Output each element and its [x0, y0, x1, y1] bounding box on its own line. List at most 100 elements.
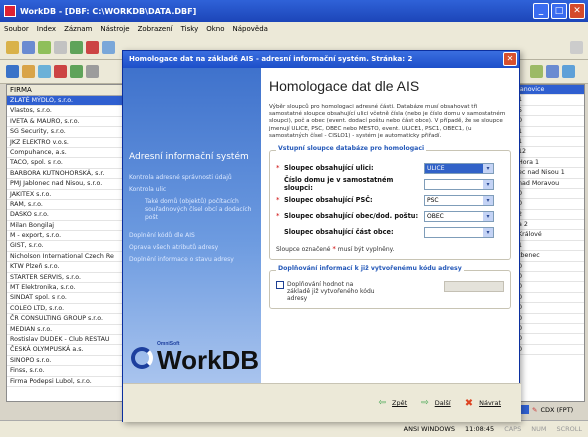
- add-icon[interactable]: [70, 41, 83, 54]
- cancel-button[interactable]: ✖ Návrat: [465, 398, 501, 409]
- column-select[interactable]: ULICE ▾: [424, 162, 494, 174]
- company-row[interactable]: STARTER SERVIS, s.r.o.: [7, 273, 125, 284]
- maximize-button[interactable]: □: [551, 3, 567, 19]
- nav-last-icon[interactable]: [546, 65, 559, 78]
- address-row[interactable]: 0: [516, 314, 584, 324]
- column-header-firma[interactable]: FIRMA: [7, 85, 125, 96]
- company-list[interactable]: FIRMA ZLATÉ MÝDLO, s.r.o. Vlastos, s.r.o.…: [6, 84, 126, 402]
- menu-tisky[interactable]: Tisky: [181, 25, 199, 33]
- folder-icon[interactable]: [6, 41, 19, 54]
- address-row[interactable]: 0: [516, 199, 584, 210]
- chevron-down-icon[interactable]: ▾: [483, 227, 493, 237]
- address-row[interactable]: ec nad Nisou 1: [516, 168, 584, 179]
- company-row[interactable]: Compuhance, a.s.: [7, 148, 125, 159]
- address-row[interactable]: 5: [516, 106, 584, 117]
- chevron-down-icon[interactable]: ▾: [483, 211, 493, 221]
- address-row[interactable]: 0: [516, 262, 584, 273]
- company-row[interactable]: KTW Plzeň s.r.o.: [7, 262, 125, 273]
- company-row[interactable]: PMJ Jablonec nad Nisou, s.r.o.: [7, 179, 125, 190]
- company-row[interactable]: RAM, s.r.o.: [7, 200, 125, 211]
- menu-okno[interactable]: Okno: [206, 25, 224, 33]
- address-row[interactable]: 0: [516, 334, 584, 345]
- company-row[interactable]: Firma Podepsi Lubol, s.r.o.: [7, 377, 125, 387]
- company-row[interactable]: ZLATÉ MÝDLO, s.r.o.: [7, 96, 125, 107]
- minimize-button[interactable]: _: [533, 3, 549, 19]
- address-row[interactable]: 1: [516, 95, 584, 106]
- address-row[interactable]: 0: [516, 324, 584, 335]
- next-button[interactable]: ⇨ Další: [421, 398, 451, 408]
- address-row[interactable]: tbenec: [516, 251, 584, 262]
- address-row[interactable]: a 2: [516, 220, 584, 231]
- company-row[interactable]: COLEO LTD, s.r.o.: [7, 304, 125, 315]
- settings-icon[interactable]: [86, 65, 99, 78]
- column-select[interactable]: ▾: [424, 226, 494, 238]
- menu-zaznam[interactable]: Záznam: [64, 25, 92, 33]
- company-row[interactable]: GIST, s.r.o.: [7, 241, 125, 252]
- company-row[interactable]: TACO, spol. s r.o.: [7, 158, 125, 169]
- address-row[interactable]: 0: [516, 303, 584, 314]
- filter-icon[interactable]: [22, 65, 35, 78]
- column-select[interactable]: PSC ▾: [424, 194, 494, 206]
- company-row[interactable]: JKZ ELEKTRO v.o.s.: [7, 138, 125, 148]
- menu-nastroje[interactable]: Nástroje: [100, 25, 129, 33]
- address-row[interactable]: 0: [516, 189, 584, 200]
- company-row[interactable]: Rostislav DUDEK - Club RESTAU: [7, 335, 125, 346]
- chevron-down-icon[interactable]: ▾: [483, 163, 493, 173]
- address-row[interactable]: 12: [516, 147, 584, 158]
- back-button[interactable]: ⇦ Zpět: [378, 398, 407, 408]
- menu-soubor[interactable]: Soubor: [4, 25, 29, 33]
- chevron-down-icon[interactable]: ▾: [483, 179, 493, 189]
- fill-values-checkbox[interactable]: [276, 281, 284, 290]
- company-row[interactable]: ČR CONSULTING GROUP s.r.o.: [7, 314, 125, 325]
- company-row[interactable]: MT Elektronika, s.r.o.: [7, 283, 125, 294]
- menu-napoveda[interactable]: Nápověda: [233, 25, 268, 33]
- menu-zobrazeni[interactable]: Zobrazení: [138, 25, 173, 33]
- company-row[interactable]: SG Security, s.r.o.: [7, 127, 125, 138]
- refresh-icon[interactable]: [70, 65, 83, 78]
- address-row[interactable]: Hora 1: [516, 158, 584, 169]
- find-icon[interactable]: [38, 65, 51, 78]
- company-row[interactable]: BARBORA KUTNOHORSKÁ, s.r.: [7, 169, 125, 180]
- close-button[interactable]: ✕: [569, 3, 585, 19]
- company-row[interactable]: SINOPO s.r.o.: [7, 356, 125, 367]
- sort-icon[interactable]: [6, 65, 19, 78]
- company-row[interactable]: DASKO s.r.o.: [7, 210, 125, 221]
- toolbar-right-icon[interactable]: [570, 41, 583, 54]
- address-row[interactable]: 0: [516, 345, 584, 356]
- address-row[interactable]: 0: [516, 293, 584, 304]
- address-row[interactable]: 1: [516, 137, 584, 148]
- table-icon[interactable]: [54, 41, 67, 54]
- address-row[interactable]: 2: [516, 210, 584, 221]
- column-select[interactable]: OBEC ▾: [424, 210, 494, 222]
- address-column-list[interactable]: Janovice 1 5 0 1 1 12 Hora 1 ec nad Nisou 1 nad M…: [515, 84, 585, 402]
- company-row[interactable]: SINDAT spol. s r.o.: [7, 293, 125, 304]
- address-row[interactable]: 1: [516, 241, 584, 252]
- address-row[interactable]: Janovice: [516, 85, 584, 96]
- company-row[interactable]: ČESKÁ OLYMPUSKÁ a.s.: [7, 345, 125, 356]
- address-row[interactable]: 0: [516, 116, 584, 127]
- address-row[interactable]: nad Moravou: [516, 179, 584, 189]
- index-indicator[interactable]: ✎ CDX (FPT): [520, 405, 573, 414]
- address-row[interactable]: 0: [516, 282, 584, 293]
- globe-icon[interactable]: [562, 65, 575, 78]
- menu-index[interactable]: Index: [37, 25, 56, 33]
- undo-icon[interactable]: [102, 41, 115, 54]
- company-row[interactable]: MEDIAN s.r.o.: [7, 325, 125, 335]
- company-row[interactable]: Nicholson International Czech Re: [7, 252, 125, 263]
- address-row[interactable]: 1: [516, 127, 584, 137]
- stop-icon[interactable]: [54, 65, 67, 78]
- nav-first-icon[interactable]: [530, 65, 543, 78]
- company-row[interactable]: JAKITEX s.r.o.: [7, 190, 125, 200]
- company-row[interactable]: M - export, s.r.o.: [7, 231, 125, 242]
- company-row[interactable]: Finss, s.r.o.: [7, 366, 125, 377]
- company-row[interactable]: IVETA & MAURO, s.r.o.: [7, 117, 125, 128]
- company-row[interactable]: Vlastos, s.r.o.: [7, 106, 125, 117]
- dialog-close-button[interactable]: ✕: [503, 52, 517, 66]
- company-row[interactable]: Milan Bongilaj: [7, 221, 125, 232]
- print-icon[interactable]: [38, 41, 51, 54]
- chevron-down-icon[interactable]: ▾: [483, 195, 493, 205]
- address-row[interactable]: Králové: [516, 230, 584, 241]
- address-row[interactable]: 0: [516, 272, 584, 283]
- column-select[interactable]: ▾: [424, 178, 494, 190]
- delete-icon[interactable]: [86, 41, 99, 54]
